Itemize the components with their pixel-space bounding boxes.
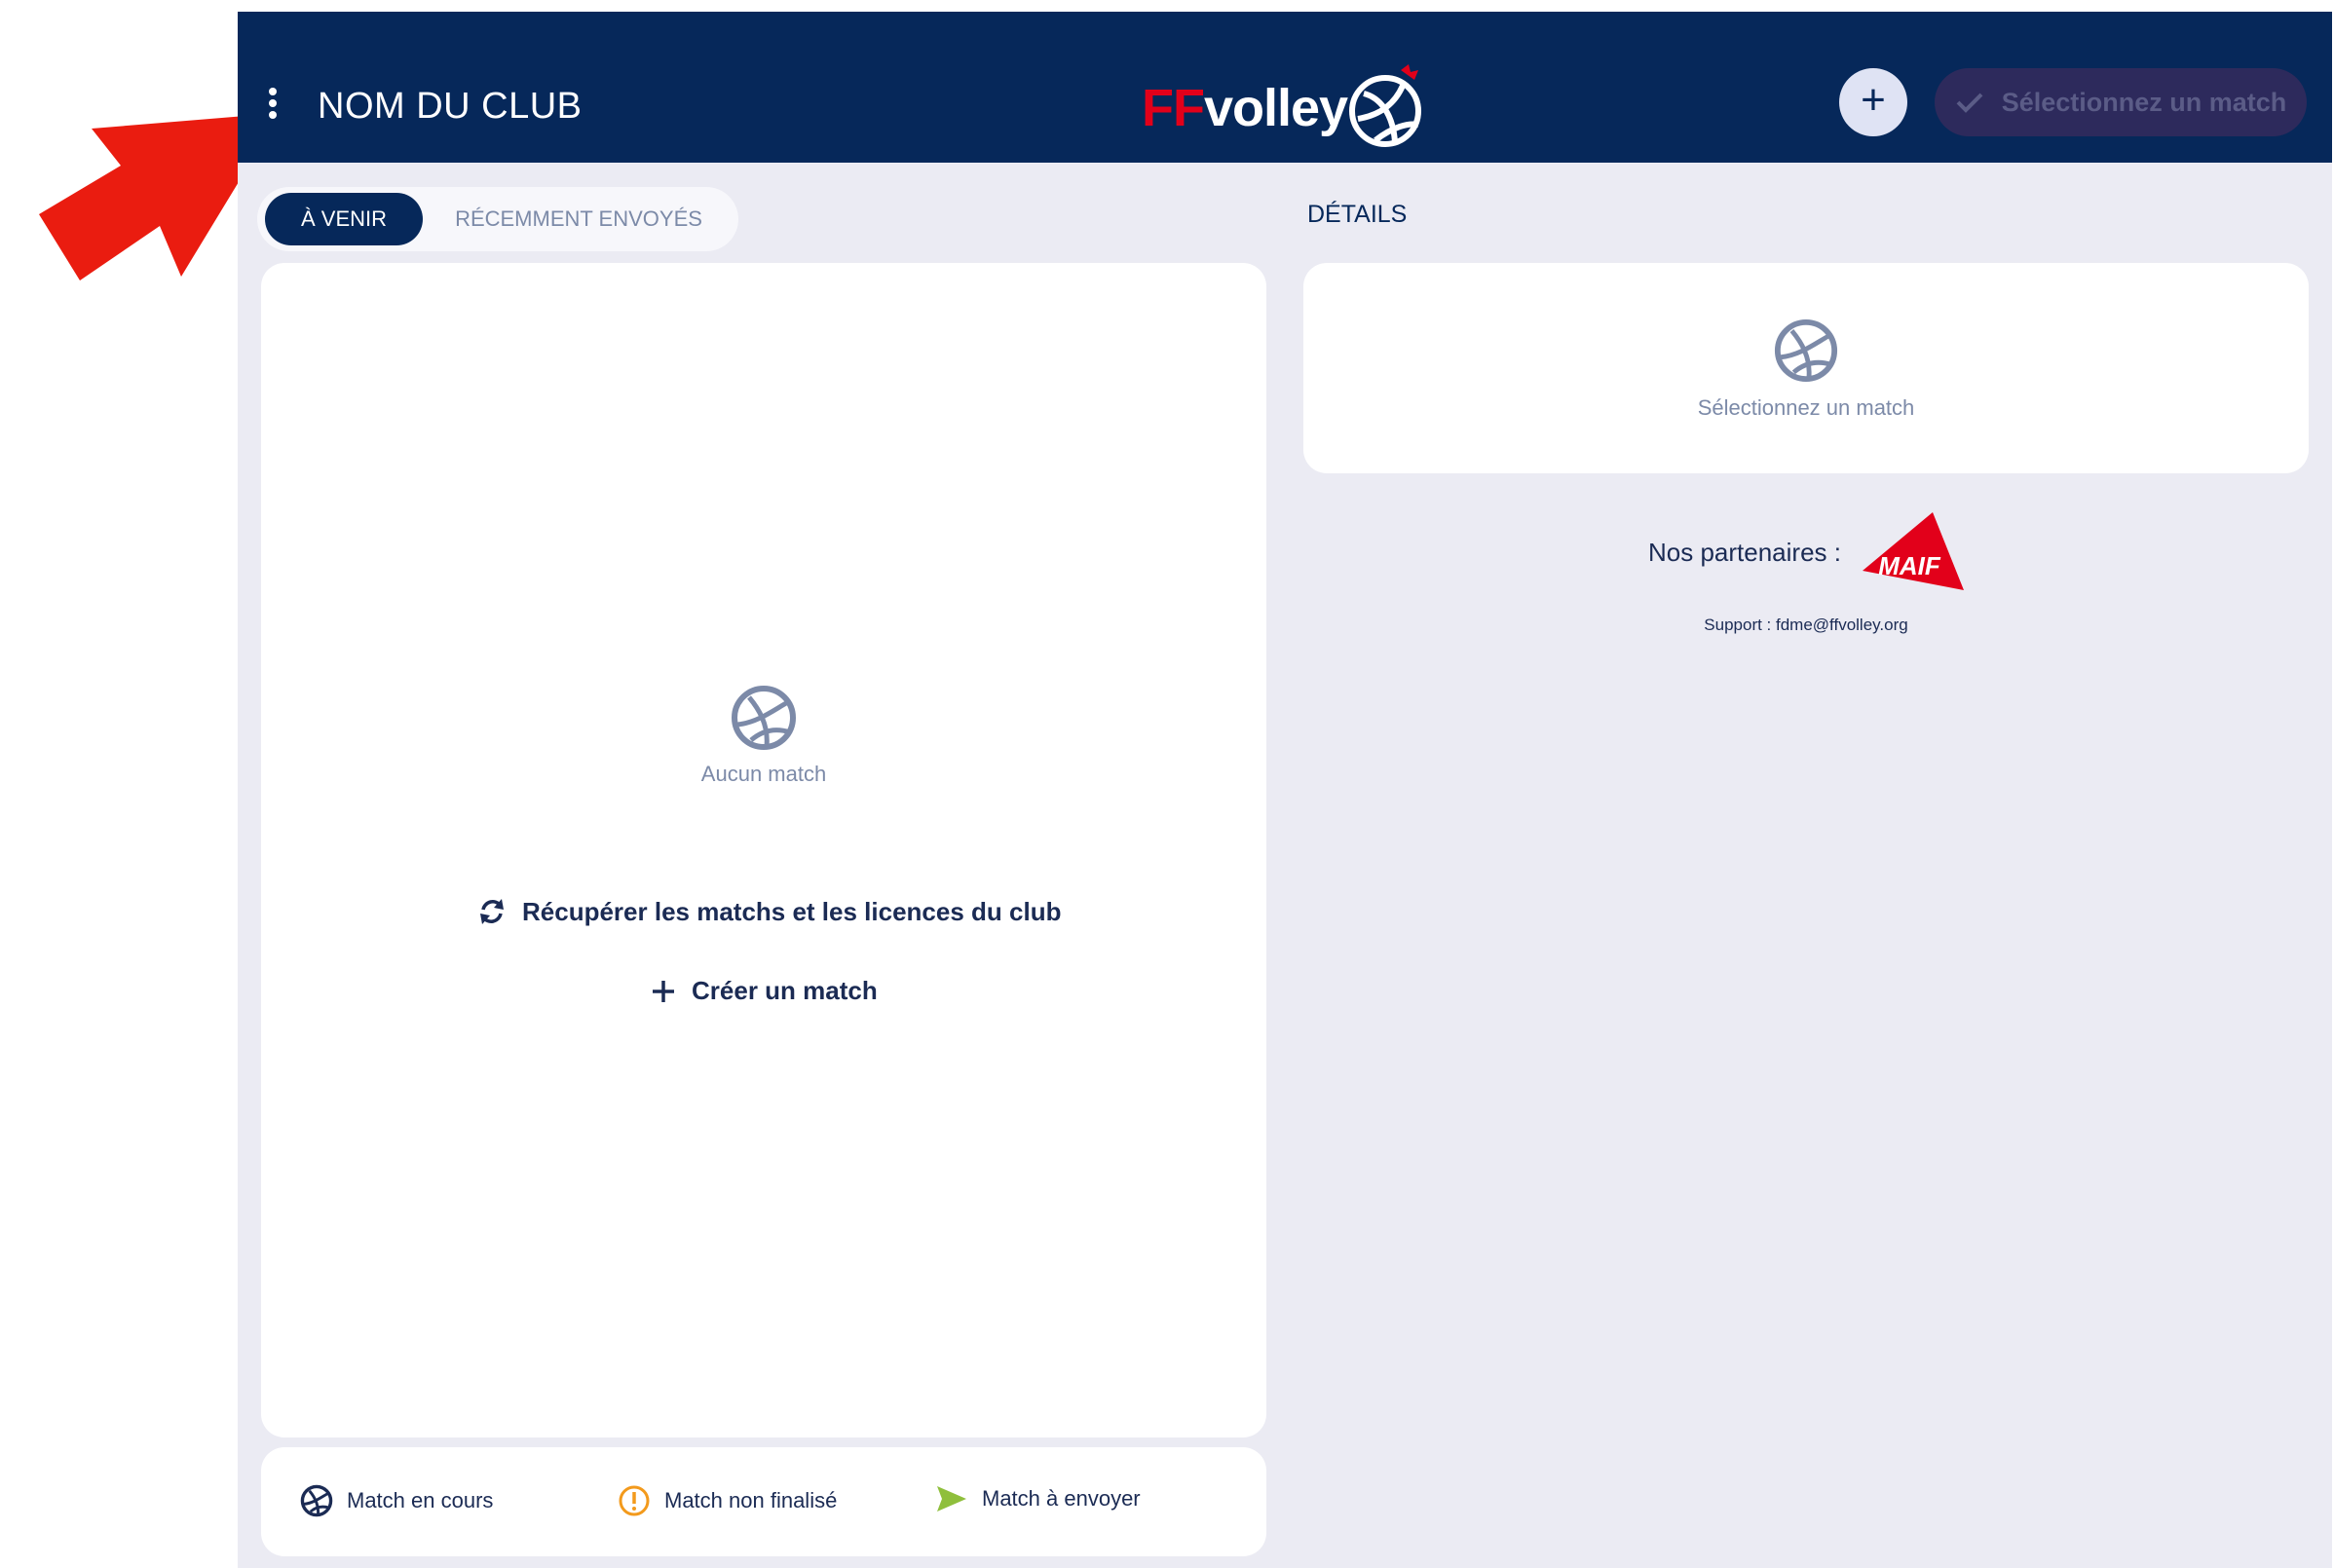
volleyball-icon bbox=[300, 1484, 333, 1517]
menu-dots-icon[interactable] bbox=[267, 88, 279, 121]
match-list-panel: Aucun match Récupérer les matchs et les … bbox=[261, 263, 1266, 1437]
logo-ff-text: FF bbox=[1142, 79, 1205, 137]
check-icon bbox=[1956, 93, 1983, 113]
select-match-button[interactable]: Sélectionnez un match bbox=[1935, 68, 2307, 136]
volleyball-rooster-icon bbox=[1349, 64, 1421, 147]
legend-item-not-finalized: Match non finalisé bbox=[618, 1484, 837, 1517]
support-contact[interactable]: Support : fdme@ffvolley.org bbox=[1303, 616, 2309, 635]
legend-label: Match en cours bbox=[347, 1488, 494, 1512]
warning-circle-icon bbox=[619, 1485, 650, 1516]
maif-logo[interactable]: MAIF bbox=[1861, 510, 1968, 594]
partners-section: Nos partenaires : MAIF bbox=[1648, 510, 1968, 594]
logo-volley-text: volley bbox=[1203, 79, 1348, 137]
details-heading: DÉTAILS bbox=[1307, 201, 1408, 228]
volleyball-icon bbox=[1774, 318, 1838, 383]
volleyball-icon bbox=[732, 686, 796, 750]
status-legend: Match en cours Match non finalisé Match … bbox=[261, 1447, 1266, 1556]
add-match-button[interactable]: + bbox=[1839, 68, 1907, 136]
fetch-matches-label: Récupérer les matchs et les licences du … bbox=[522, 896, 1062, 926]
svg-text:MAIF: MAIF bbox=[1878, 551, 1941, 580]
send-icon bbox=[937, 1486, 966, 1512]
legend-label: Match non finalisé bbox=[664, 1488, 838, 1512]
legend-item-in-progress: Match en cours bbox=[300, 1484, 493, 1517]
club-name: NOM DU CLUB bbox=[318, 86, 583, 127]
details-panel: Sélectionnez un match bbox=[1303, 263, 2309, 473]
top-bar: NOM DU CLUB FFvolley + Sélectionnez un m… bbox=[238, 12, 2332, 163]
plus-icon bbox=[653, 980, 674, 1002]
app-window: NOM DU CLUB FFvolley + Sélectionnez un m… bbox=[238, 12, 2332, 1568]
create-match-button[interactable]: Créer un match bbox=[651, 976, 878, 1006]
tab-upcoming[interactable]: À VENIR bbox=[265, 193, 423, 245]
legend-item-to-send: Match à envoyer bbox=[935, 1484, 1141, 1513]
partners-label: Nos partenaires : bbox=[1648, 537, 1841, 567]
sync-icon bbox=[480, 899, 504, 924]
tab-recently-sent[interactable]: RÉCEMMENT ENVOYÉS bbox=[433, 193, 725, 245]
create-match-label: Créer un match bbox=[692, 976, 878, 1005]
select-match-hint: Sélectionnez un match bbox=[1697, 395, 1915, 420]
no-match-text: Aucun match bbox=[700, 762, 827, 786]
select-match-label: Sélectionnez un match bbox=[2001, 87, 2287, 117]
match-tabs: À VENIR RÉCEMMENT ENVOYÉS bbox=[257, 187, 738, 251]
legend-label: Match à envoyer bbox=[982, 1486, 1141, 1511]
fetch-matches-button[interactable]: Récupérer les matchs et les licences du … bbox=[477, 896, 1061, 927]
